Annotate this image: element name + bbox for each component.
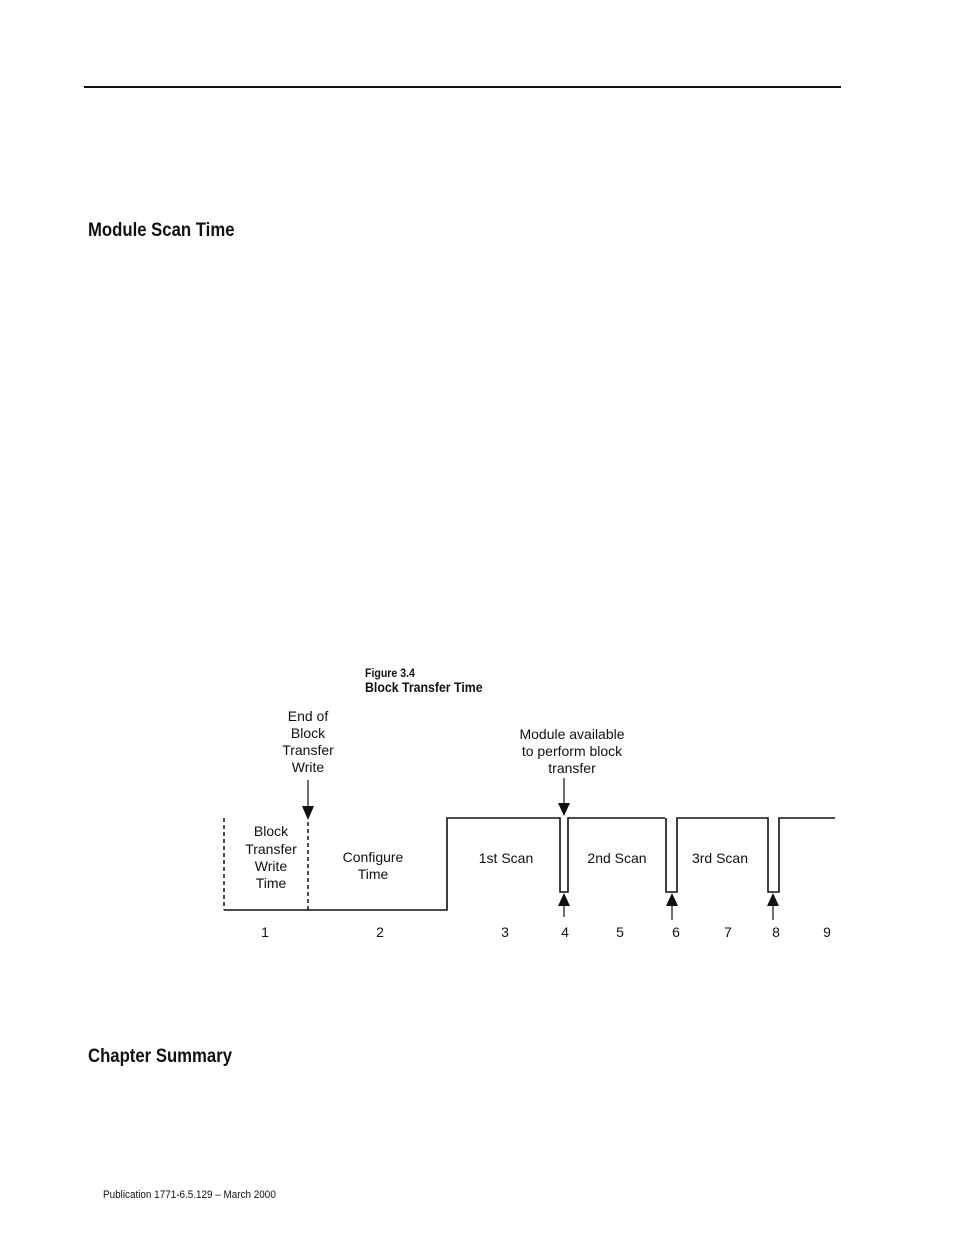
svg-text:Time: Time (256, 875, 287, 891)
svg-text:End of: End of (288, 708, 329, 724)
region-1st-scan: 1st Scan (479, 850, 533, 866)
marker: 1 (261, 924, 269, 940)
footer-publication: Publication 1771-6.5.129 – March 2000 (103, 1189, 276, 1201)
arrow-up-icon (558, 893, 570, 917)
marker: 2 (376, 924, 384, 940)
region-3rd-scan: 3rd Scan (692, 850, 748, 866)
block-transfer-time-diagram: End of Block Transfer Write Module avail… (223, 708, 835, 940)
arrow-down-icon (558, 778, 570, 816)
svg-text:Transfer: Transfer (282, 742, 334, 758)
arrow-down-icon (302, 780, 314, 820)
marker: 8 (772, 924, 780, 940)
svg-text:Time: Time (358, 866, 389, 882)
region-configure-time: Configure Time (343, 849, 404, 882)
region-2nd-scan: 2nd Scan (587, 850, 646, 866)
svg-text:Write: Write (255, 858, 288, 874)
marker: 9 (823, 924, 831, 940)
svg-text:Transfer: Transfer (245, 841, 297, 857)
arrow-up-icon (666, 893, 678, 920)
marker: 3 (501, 924, 509, 940)
marker: 5 (616, 924, 624, 940)
svg-text:transfer: transfer (548, 760, 596, 776)
marker: 7 (724, 924, 732, 940)
svg-text:Write: Write (292, 759, 325, 775)
annotation-end-of-bt-write: End of Block Transfer Write (282, 708, 334, 775)
region-bt-write-time: Block Transfer Write Time (245, 823, 297, 891)
svg-text:to perform block: to perform block (522, 743, 623, 759)
svg-text:Block: Block (291, 725, 326, 741)
svg-text:Block: Block (254, 823, 289, 839)
annotation-module-available: Module available to perform block transf… (519, 726, 624, 776)
marker: 4 (561, 924, 569, 940)
svg-text:Configure: Configure (343, 849, 404, 865)
svg-text:Module available: Module available (519, 726, 624, 742)
marker-numbers: 1 2 3 4 5 6 7 8 9 (261, 924, 831, 940)
marker: 6 (672, 924, 680, 940)
arrow-up-icon (767, 893, 779, 920)
